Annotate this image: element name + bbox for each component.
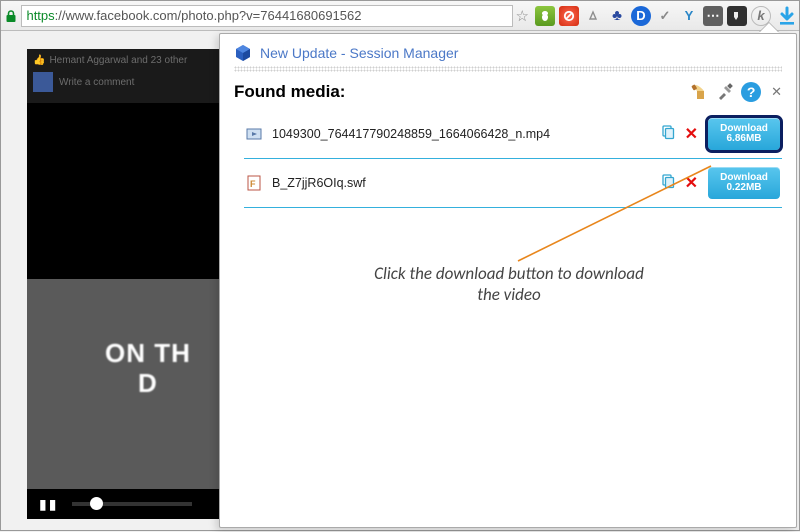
- annotation-text: Click the download button to download th…: [369, 263, 649, 305]
- video-caption: ON TH D: [27, 339, 191, 429]
- pause-button[interactable]: ▮▮: [39, 496, 58, 513]
- close-icon[interactable]: ✕: [771, 84, 782, 100]
- url-field[interactable]: https://www.facebook.com/photo.php?v=764…: [21, 5, 513, 27]
- fb-meta-bar: 👍 Hemant Aggarwal and 23 other Write a c…: [27, 49, 219, 103]
- fb-like-row[interactable]: 👍 Hemant Aggarwal and 23 other: [33, 55, 213, 66]
- media-row: 1049300_764417790248859_1664066428_n.mp4…: [244, 110, 782, 159]
- extension-icon[interactable]: ♣: [607, 6, 627, 26]
- video-area[interactable]: ON TH D: [27, 279, 219, 489]
- seek-knob[interactable]: [90, 497, 103, 510]
- extension-icon[interactable]: [583, 6, 603, 26]
- copy-icon[interactable]: [660, 174, 675, 192]
- media-filename: B_Z7jjR6OIq.swf: [272, 176, 650, 190]
- found-media-label: Found media:: [234, 82, 345, 102]
- popup-header: Found media: ? ✕: [234, 82, 782, 102]
- extension-icon[interactable]: D: [631, 6, 651, 26]
- address-bar: https://www.facebook.com/photo.php?v=764…: [1, 1, 799, 31]
- flash-file-icon: F: [246, 175, 262, 191]
- remove-icon[interactable]: ✕: [685, 173, 698, 193]
- download-size: 0.22MB: [726, 183, 761, 194]
- settings-icon[interactable]: [715, 82, 735, 102]
- extension-icon[interactable]: ⋯: [703, 6, 723, 26]
- bookmark-star-icon[interactable]: ☆: [513, 7, 531, 25]
- extension-icon[interactable]: [559, 6, 579, 26]
- help-icon[interactable]: ?: [741, 82, 761, 102]
- extension-icon[interactable]: [535, 6, 555, 26]
- update-text: New Update - Session Manager: [260, 45, 458, 61]
- lock-icon: [1, 5, 21, 27]
- cube-icon: [234, 44, 252, 62]
- thumb-icon: 👍: [33, 55, 45, 66]
- popup-pointer: [759, 23, 779, 33]
- avatar: [33, 72, 53, 92]
- url-scheme: https: [26, 8, 54, 23]
- svg-text:F: F: [250, 179, 256, 189]
- fb-comment-placeholder: Write a comment: [59, 77, 134, 88]
- fb-like-text: Hemant Aggarwal and 23 other: [49, 55, 187, 66]
- url-path: ://www.facebook.com/photo.php?v=76441680…: [55, 8, 362, 23]
- fb-comment-row[interactable]: Write a comment: [33, 72, 213, 92]
- video-controls: ▮▮: [27, 489, 219, 519]
- background-page: 👍 Hemant Aggarwal and 23 other Write a c…: [27, 49, 219, 519]
- update-banner[interactable]: New Update - Session Manager: [234, 44, 782, 62]
- media-filename: 1049300_764417790248859_1664066428_n.mp4: [272, 127, 650, 141]
- copy-icon[interactable]: [660, 125, 675, 143]
- video-file-icon: [246, 126, 262, 142]
- seek-track[interactable]: [72, 502, 192, 506]
- extension-icon[interactable]: Y: [679, 6, 699, 26]
- media-row: F B_Z7jjR6OIq.swf ✕ Download 0.22MB: [244, 159, 782, 208]
- extension-icon[interactable]: [727, 6, 747, 26]
- clear-icon[interactable]: [689, 82, 709, 102]
- popup-tools: ? ✕: [689, 82, 782, 102]
- extension-icon[interactable]: ✓: [655, 6, 675, 26]
- download-size: 6.86MB: [726, 134, 761, 145]
- divider: [234, 66, 782, 72]
- remove-icon[interactable]: ✕: [685, 124, 698, 144]
- download-button[interactable]: Download 0.22MB: [708, 167, 780, 199]
- download-button[interactable]: Download 6.86MB: [708, 118, 780, 150]
